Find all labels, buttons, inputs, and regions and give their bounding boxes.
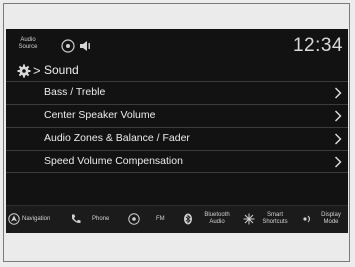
shortcut-smart-label: Smart Shortcuts — [257, 212, 293, 226]
shortcut-fm[interactable]: FM — [124, 206, 176, 233]
shortcut-bluetooth-label: Bluetooth Audio — [199, 212, 235, 226]
head-unit-screen: Audio Source 12:34 > Sound Bass / Treble… — [6, 29, 348, 233]
audio-source-label-line1: Audio — [20, 37, 36, 43]
shortcut-navigation[interactable]: Navigation — [6, 206, 64, 233]
shortcut-smart-label-line1: Smart — [266, 212, 283, 218]
shortcut-display-label: Display Mode — [316, 212, 346, 226]
chevron-right-icon — [335, 156, 342, 168]
shortcut-navigation-label: Navigation — [22, 216, 51, 222]
chevron-right-icon — [335, 87, 342, 99]
bluetooth-icon — [184, 213, 192, 225]
chevron-right-icon — [335, 133, 342, 145]
shortcut-display-label-line2: Mode — [323, 219, 339, 225]
audio-source-label-line2: Source — [18, 44, 38, 50]
volume-icon[interactable] — [78, 39, 92, 53]
shortcut-bluetooth-label-line1: Bluetooth — [204, 212, 230, 218]
shortcut-phone-label: Phone — [92, 216, 110, 222]
gear-icon[interactable] — [17, 64, 31, 78]
shortcut-display-label-line1: Display — [321, 212, 341, 218]
shortcut-smart-shortcuts[interactable]: Smart Shortcuts — [239, 206, 295, 233]
shortcut-bluetooth-label-line2: Audio — [209, 219, 225, 225]
menu-item-label: Bass / Treble — [44, 86, 106, 98]
menu-item-audio-zones-balance-fader[interactable]: Audio Zones & Balance / Fader — [6, 127, 348, 150]
shortcut-fm-label: FM — [156, 216, 165, 222]
shortcut-phone[interactable]: Phone — [66, 206, 120, 233]
clock: 12:34 — [292, 35, 343, 56]
audio-source-icon[interactable] — [61, 39, 75, 53]
smart-shortcuts-icon — [243, 213, 255, 225]
title-bar: > Sound — [6, 61, 348, 81]
phone-icon — [72, 214, 81, 224]
radio-icon — [128, 213, 140, 225]
menu-item-label: Audio Zones & Balance / Fader — [44, 132, 190, 144]
page-title: Sound — [44, 63, 79, 77]
menu-item-label: Speed Volume Compensation — [44, 155, 183, 167]
status-bar: Audio Source 12:34 — [6, 29, 348, 61]
menu-item-bass-treble[interactable]: Bass / Treble — [6, 81, 348, 104]
menu-item-center-speaker-volume[interactable]: Center Speaker Volume — [6, 104, 348, 127]
breadcrumb-separator: > — [33, 63, 41, 78]
display-mode-icon — [303, 215, 311, 223]
shortcut-bluetooth-audio[interactable]: Bluetooth Audio — [179, 206, 237, 233]
navigation-icon — [8, 213, 20, 225]
shortcut-bar: Navigation Phone FM Bluetooth Audio Smar… — [6, 205, 348, 233]
chevron-right-icon — [335, 110, 342, 122]
menu-item-speed-volume-compensation[interactable]: Speed Volume Compensation — [6, 150, 348, 173]
shortcut-display-mode[interactable]: Display Mode — [297, 206, 348, 233]
menu-item-label: Center Speaker Volume — [44, 109, 156, 121]
shortcut-smart-label-line2: Shortcuts — [262, 219, 288, 225]
audio-source-button[interactable]: Audio Source — [12, 37, 44, 51]
sound-menu: Bass / Treble Center Speaker Volume Audi… — [6, 81, 348, 173]
